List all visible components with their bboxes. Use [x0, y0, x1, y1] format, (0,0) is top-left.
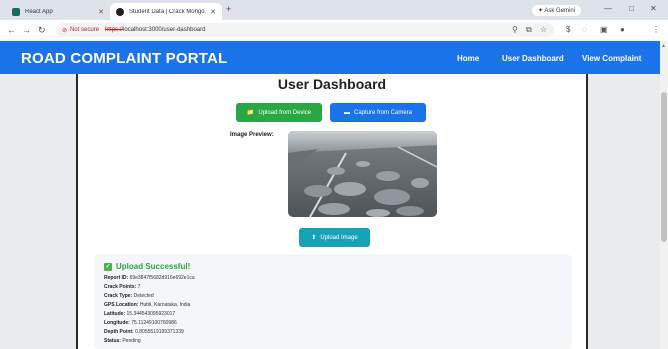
field-label: Crack Points: — [104, 284, 137, 290]
maximize-window-icon[interactable]: □ — [629, 4, 634, 13]
result-row-crack-type: Crack Type: Detected — [104, 293, 154, 299]
browser-tab-student-data[interactable]: Student Data | Crack Mongo... ✕ — [110, 3, 222, 20]
app-navbar: ROAD COMPLAINT PORTAL Home User Dashboar… — [0, 41, 660, 74]
new-tab-icon[interactable]: + — [226, 4, 231, 14]
field-value: Pending — [122, 338, 141, 344]
scroll-up-arrow-icon[interactable]: ▲ — [661, 43, 666, 49]
close-window-icon[interactable]: ✕ — [650, 4, 657, 13]
upload-success-text: Upload Successful! — [116, 262, 191, 271]
url-scheme: https:// — [105, 27, 124, 33]
react-app-favicon-icon — [12, 7, 20, 16]
field-label: Depth Point: — [104, 329, 134, 335]
browser-menu-icon[interactable]: ⋮ — [652, 25, 660, 34]
pothole-road-photo — [288, 131, 437, 217]
install-app-icon[interactable]: ⧉ — [526, 25, 532, 35]
nav-link-home[interactable]: Home — [457, 54, 479, 63]
result-row-report-id: Report ID: 69e3847f5682d916e692e1ca — [104, 275, 195, 281]
browser-toolbar: ← → ↻ ⊘ Not secure https:// localhost:30… — [0, 20, 668, 42]
field-label: Status: — [104, 338, 121, 344]
minimize-window-icon[interactable]: — — [604, 4, 612, 13]
back-arrow-icon[interactable]: ← — [7, 25, 16, 35]
folder-icon: 📁 — [246, 110, 255, 116]
field-value: 75.11249100760986 — [131, 320, 177, 326]
success-check-icon: ✓ — [104, 262, 112, 271]
result-row-status: Status: Pending — [104, 338, 141, 344]
field-value: 69e3847f5682d916e692e1ca — [129, 275, 195, 281]
image-preview-label: Image Preview: — [230, 132, 274, 138]
result-row-depth-point: Depth Point: 0.8055519199371339 — [104, 329, 184, 335]
upload-success-heading: ✓ Upload Successful! — [104, 262, 190, 271]
close-tab-icon[interactable]: ✕ — [210, 8, 216, 16]
upload-from-device-label: Upload from Device — [258, 109, 312, 116]
field-value: 15.344543095923017 — [126, 311, 176, 317]
extensions-puzzle-icon[interactable]: ◌ — [582, 25, 587, 34]
browser-tab-react-app[interactable]: React App ✕ — [6, 3, 110, 20]
forward-arrow-icon[interactable]: → — [22, 25, 31, 35]
url-path: localhost:3000/user-dashboard — [123, 27, 206, 33]
student-data-favicon-icon — [116, 7, 124, 16]
field-label: GPS Location: — [104, 302, 139, 308]
reload-icon[interactable]: ↻ — [38, 25, 46, 36]
camera-icon: ▬ — [343, 109, 350, 116]
browser-tab-strip: React App ✕ Student Data | Crack Mongo..… — [0, 0, 668, 20]
not-secure-label: Not secure — [70, 27, 100, 33]
upload-image-label: Upload Image — [320, 234, 358, 241]
field-value: 7 — [137, 284, 141, 290]
upload-result-card: ✓ Upload Successful! Report ID: 69e3847f… — [94, 254, 572, 349]
ask-gemini-button[interactable]: ✦ Ask Gemini — [532, 5, 582, 16]
not-secure-warning-icon: ⊘ — [62, 27, 68, 34]
brand-title: ROAD COMPLAINT PORTAL — [21, 50, 228, 67]
capture-from-camera-button[interactable]: ▬ Capture from Camera — [330, 103, 426, 122]
side-panel-icon[interactable]: ▣ — [600, 25, 608, 34]
field-label: Longitude: — [104, 320, 130, 326]
field-label: Crack Type: — [104, 293, 133, 299]
road-image-preview — [288, 131, 437, 217]
field-label: Latitude: — [104, 311, 126, 317]
result-row-gps-location: GPS Location: Hubli, Karnataka, India — [104, 302, 190, 308]
field-value: 0.8055519199371339 — [135, 329, 184, 335]
field-value: Hubli, Karnataka, India — [139, 302, 191, 308]
location-icon[interactable]: ⚲ — [512, 25, 518, 34]
bookmark-star-icon[interactable]: ☆ — [540, 25, 547, 34]
dashboard-panel: User Dashboard 📁 Upload from Device ▬ Ca… — [76, 74, 588, 349]
result-row-crack-points: Crack Points: 7 — [104, 284, 140, 290]
nav-link-view-complaint[interactable]: View Complaint — [582, 54, 641, 63]
upload-icon: ⬆ — [311, 235, 317, 241]
close-tab-icon[interactable]: ✕ — [98, 8, 104, 16]
result-row-latitude: Latitude: 15.344543095923017 — [104, 311, 175, 317]
upload-from-device-button[interactable]: 📁 Upload from Device — [236, 103, 322, 122]
capture-from-camera-label: Capture from Camera — [353, 109, 413, 116]
result-row-longitude: Longitude: 75.11249100760986 — [104, 320, 177, 326]
tab-title: Student Data | Crack Mongo... — [129, 8, 207, 15]
nav-link-user-dashboard[interactable]: User Dashboard — [502, 54, 564, 63]
upload-image-button[interactable]: ⬆ Upload Image — [299, 228, 370, 247]
field-value: Detected — [133, 293, 154, 299]
address-bar[interactable]: ⊘ Not secure https:// localhost:3000/use… — [56, 23, 554, 37]
tab-title: React App — [25, 8, 53, 15]
field-label: Report ID: — [104, 275, 129, 281]
profile-avatar-icon[interactable]: ● — [620, 25, 625, 34]
extension-dollar-icon[interactable]: $ — [566, 25, 570, 34]
page-title: User Dashboard — [277, 76, 387, 92]
page-scrollbar-thumb[interactable] — [661, 92, 667, 242]
